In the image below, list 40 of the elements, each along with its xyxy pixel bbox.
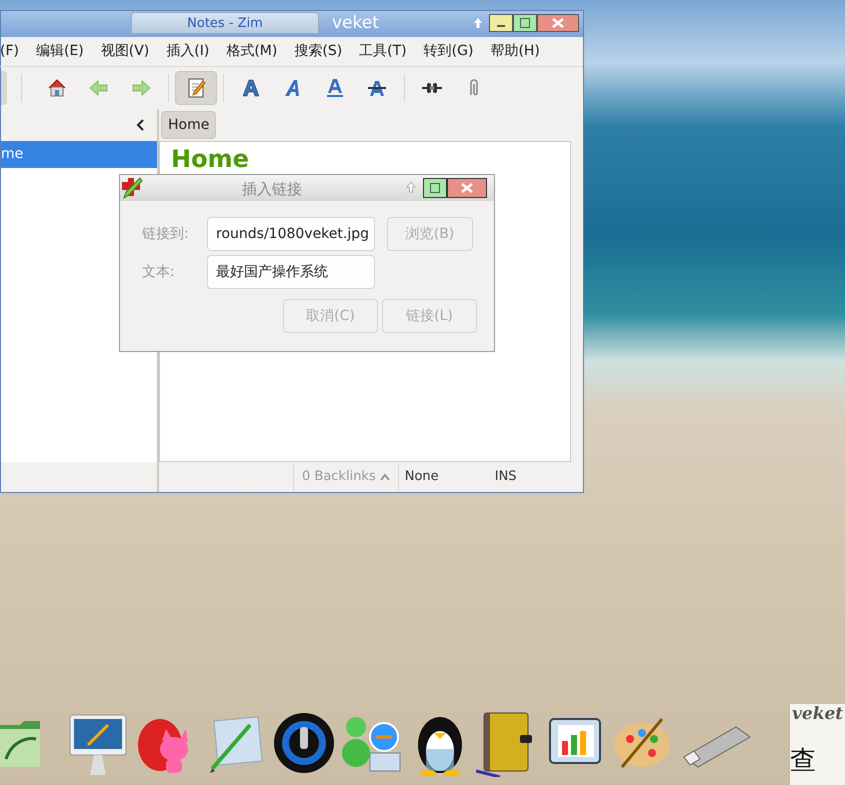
app-logo-icon bbox=[120, 176, 144, 200]
forward-arrow-icon bbox=[130, 77, 152, 99]
menu-item[interactable]: 帮助(H) bbox=[490, 41, 540, 62]
caret-up-icon bbox=[380, 473, 390, 481]
text-field[interactable]: 最好国产操作系统 bbox=[207, 255, 375, 289]
collapse-chevron-icon[interactable] bbox=[135, 118, 145, 132]
text-field[interactable]: rounds/1080veket.jpg bbox=[207, 217, 375, 251]
pin-icon[interactable] bbox=[406, 181, 416, 193]
widget-label: veket bbox=[791, 704, 844, 724]
menu-item[interactable]: 工具(T) bbox=[359, 41, 407, 62]
dialog-title: 插入链接 bbox=[242, 179, 302, 200]
toolbar-button-edge bbox=[1, 71, 7, 105]
menu-item[interactable]: 转到(G) bbox=[424, 41, 474, 62]
back-arrow-icon bbox=[88, 77, 110, 99]
minimize-button[interactable] bbox=[489, 14, 513, 32]
menu-item[interactable]: 搜索(S) bbox=[294, 41, 342, 62]
insert-mode-label: INS bbox=[494, 468, 517, 486]
underline-icon bbox=[324, 77, 346, 99]
widget-caption: 查 bbox=[790, 746, 817, 776]
toolbar-button[interactable] bbox=[175, 71, 217, 105]
host-label: veket bbox=[332, 12, 379, 35]
field-label: 文本: bbox=[142, 262, 176, 282]
menu-item[interactable]: 插入(I) bbox=[166, 41, 210, 62]
menu-item[interactable]: 格式(M) bbox=[226, 41, 278, 62]
bold-icon bbox=[240, 77, 262, 99]
maximize-button[interactable] bbox=[513, 14, 537, 32]
home-icon bbox=[46, 77, 68, 99]
field-label: 链接到: bbox=[142, 224, 190, 244]
window-title: Notes - Zim bbox=[131, 12, 319, 34]
close-button[interactable] bbox=[447, 178, 487, 198]
style-label: None bbox=[404, 468, 440, 486]
menu-item[interactable]: (F) bbox=[0, 41, 19, 62]
app-launcher-widget[interactable]: veket 查 bbox=[789, 703, 845, 785]
maximize-button[interactable] bbox=[423, 178, 447, 198]
menu-item[interactable]: 编辑(E) bbox=[36, 41, 84, 62]
page-heading: Home bbox=[171, 144, 249, 174]
close-button[interactable] bbox=[537, 14, 579, 32]
menu-item[interactable]: 视图(V) bbox=[100, 41, 150, 62]
path-button[interactable]: Home bbox=[161, 111, 216, 139]
sidebar-item[interactable]: me bbox=[1, 141, 157, 168]
